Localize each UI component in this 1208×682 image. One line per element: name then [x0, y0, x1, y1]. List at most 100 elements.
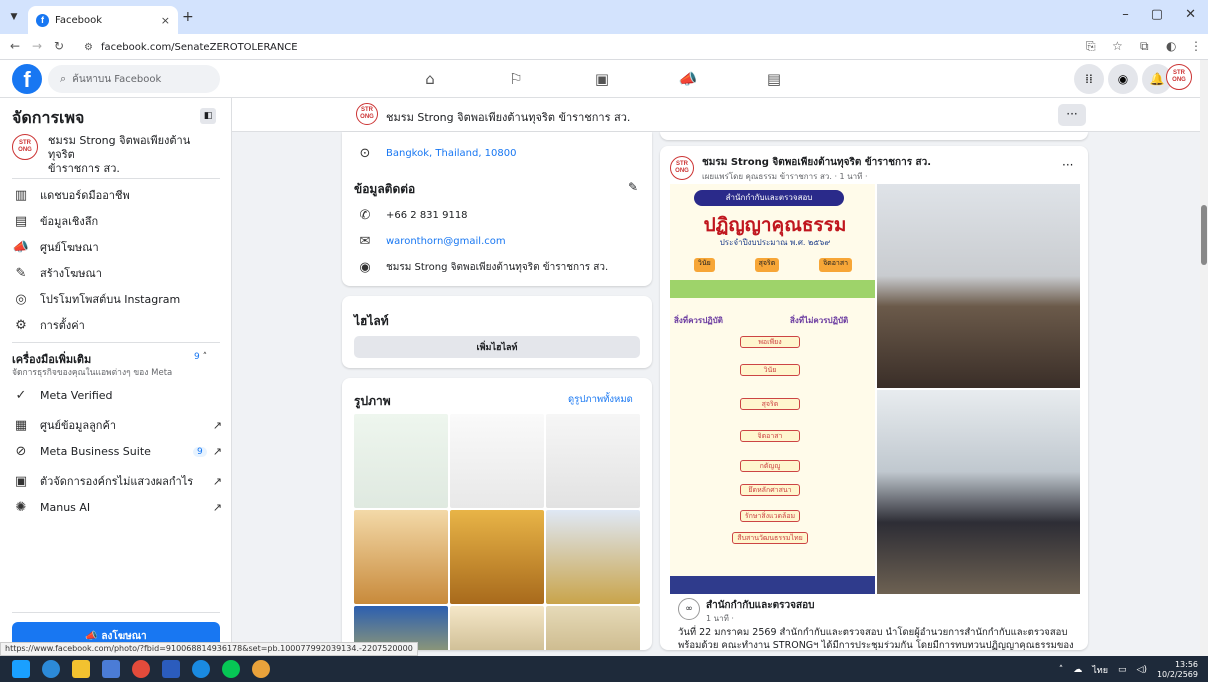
photo-thumbnail[interactable]: [546, 606, 640, 650]
more-tools-toggle[interactable]: 9 ˄: [194, 352, 207, 362]
should-not-do-heading: สิ่งที่ไม่ควรปฏิบัติ: [790, 316, 849, 325]
collapse-panel-icon[interactable]: ◧: [200, 108, 216, 124]
display-tray-icon[interactable]: ▭: [1118, 665, 1127, 675]
value-tag: จิตอาสา: [819, 258, 853, 272]
bookmark-star-icon[interactable]: ☆: [1112, 39, 1123, 53]
tool-manus-ai[interactable]: ✺ Manus AI ↗: [12, 500, 222, 515]
input-language[interactable]: ไทย: [1092, 663, 1108, 677]
tool-nonprofit-manager[interactable]: ▣ ตัวจัดการองค์กรไม่แสวงผลกำไร ↗: [12, 472, 222, 490]
tool-meta-verified[interactable]: ✓ Meta Verified: [12, 388, 222, 403]
tray-chevron-icon[interactable]: ˄: [1059, 665, 1064, 675]
profile-icon[interactable]: ◐: [1166, 39, 1176, 53]
facebook-search-input[interactable]: ⌕ ค้นหาบน Facebook: [48, 65, 220, 93]
taskbar-app-icon[interactable]: [192, 660, 210, 678]
menu-label: โปรโมทโพสต์บน Instagram: [40, 293, 181, 306]
see-all-photos-link[interactable]: ดูรูปภาพทั้งหมด: [568, 392, 633, 407]
menu-label: แดชบอร์ดมืออาชีพ: [40, 189, 130, 202]
browser-menu-icon[interactable]: ⋮: [1190, 39, 1202, 53]
windows-start-icon[interactable]: [12, 660, 30, 678]
photo-thumbnail[interactable]: [450, 414, 544, 508]
manus-ai-icon: ✺: [15, 500, 27, 515]
home-icon[interactable]: ⌂: [400, 66, 460, 92]
line-app-icon[interactable]: [222, 660, 240, 678]
tab-search-icon[interactable]: ▼: [6, 9, 22, 25]
infographic-image[interactable]: สำนักกำกับและตรวจสอบ ปฏิญญาคุณธรรม ประจำ…: [670, 184, 875, 594]
facebook-top-bar: f ⌕ ค้นหาบน Facebook ⌂ ⚐ ▣ 📣 ▤ ⁞⁞ ◉ 🔔 ST…: [0, 60, 1200, 98]
messenger-name[interactable]: ชมรม Strong จิตพอเพียงต้านทุจริต ข้าราชก…: [386, 260, 608, 275]
word-icon[interactable]: [162, 660, 180, 678]
back-icon[interactable]: ←: [10, 39, 20, 53]
reload-icon[interactable]: ↻: [54, 39, 64, 53]
menu-label: ข้อมูลเชิงลึก: [40, 215, 99, 228]
menu-create-ad[interactable]: ✎ สร้างโฆษณา: [12, 264, 222, 282]
address-link[interactable]: Bangkok, Thailand, 10800: [386, 148, 517, 159]
site-info-icon[interactable]: ⚙: [84, 42, 93, 53]
account-avatar[interactable]: STR ONG: [1166, 64, 1192, 90]
close-window-button[interactable]: ✕: [1185, 7, 1196, 22]
virtue-step: สุจริต: [740, 398, 800, 410]
value-tag: สุจริต: [754, 258, 780, 272]
phone-icon: ✆: [359, 208, 371, 223]
clock-time: 13:56: [1174, 660, 1198, 669]
status-bar-url: https://www.facebook.com/photo/?fbid=910…: [0, 642, 418, 656]
meeting-photo[interactable]: [877, 184, 1080, 388]
clock[interactable]: 13:56 10/2/2569: [1157, 660, 1198, 680]
chrome-profile-icon[interactable]: [252, 660, 270, 678]
more-options-button[interactable]: ···: [1058, 104, 1086, 126]
post-more-icon[interactable]: ···: [1062, 158, 1073, 172]
photo-thumbnail[interactable]: [354, 414, 448, 508]
new-tab-button[interactable]: +: [182, 9, 194, 25]
external-link-icon: ↗: [212, 418, 222, 432]
photos-title: รูปภาพ: [354, 394, 391, 408]
page-identity[interactable]: STR ONG ชมรม Strong จิตพอเพียงต้านทุจริต …: [12, 134, 208, 176]
infographic-footer: [670, 576, 875, 594]
tab-close-icon[interactable]: ×: [161, 14, 170, 27]
volume-tray-icon[interactable]: ◁): [1137, 665, 1147, 675]
menu-settings[interactable]: ⚙ การตั้งค่า: [12, 316, 222, 334]
taskbar-app-icon[interactable]: [102, 660, 120, 678]
file-explorer-icon[interactable]: [72, 660, 90, 678]
add-highlight-button[interactable]: เพิ่มไฮไลท์: [354, 336, 640, 358]
chrome-icon[interactable]: [132, 660, 150, 678]
meeting-photo[interactable]: [877, 390, 1080, 594]
email-link[interactable]: waronthorn@gmail.com: [386, 236, 506, 247]
translate-icon[interactable]: ⎘: [1086, 39, 1096, 54]
post-author-avatar[interactable]: STR ONG: [670, 156, 694, 180]
menu-grid-icon[interactable]: ⁞⁞: [1074, 64, 1104, 94]
network-tray-icon[interactable]: ☁: [1073, 665, 1082, 675]
tool-customer-center[interactable]: ▦ ศูนย์ข้อมูลลูกค้า ↗: [12, 416, 222, 434]
menu-promote-instagram[interactable]: ◎ โปรโมทโพสต์บน Instagram: [12, 290, 222, 308]
tool-meta-business-suite[interactable]: ⊘ Meta Business Suite 9 ↗: [12, 444, 222, 459]
url-text: facebook.com/SenateZEROTOLERANCE: [100, 41, 298, 53]
ads-megaphone-icon[interactable]: 📣: [658, 66, 718, 92]
restore-button[interactable]: ▢: [1151, 7, 1163, 22]
extensions-icon[interactable]: ⧉: [1140, 39, 1149, 54]
minimize-button[interactable]: –: [1122, 7, 1129, 22]
video-icon[interactable]: ▤: [744, 66, 804, 92]
marketplace-icon[interactable]: ▣: [572, 66, 632, 92]
forward-icon[interactable]: →: [32, 39, 42, 53]
browser-tab[interactable]: f Facebook ×: [28, 6, 178, 34]
shared-page-name[interactable]: สำนักกำกับและตรวจสอบ: [706, 598, 814, 613]
photo-thumbnail[interactable]: [546, 510, 640, 604]
edit-pencil-icon[interactable]: ✎: [628, 180, 638, 194]
pages-flag-icon[interactable]: ⚐: [486, 66, 546, 92]
url-field[interactable]: ⚙ facebook.com/SenateZEROTOLERANCE: [74, 37, 1054, 57]
windows-taskbar: ˄ ☁ ไทย ▭ ◁) 13:56 10/2/2569: [0, 656, 1208, 682]
photo-thumbnail[interactable]: [354, 510, 448, 604]
scrollbar-thumb[interactable]: [1201, 205, 1207, 265]
edge-browser-icon[interactable]: [42, 660, 60, 678]
menu-ad-center[interactable]: 📣 ศูนย์โฆษณา: [12, 238, 222, 256]
page-scrollbar[interactable]: [1200, 60, 1208, 656]
menu-dashboard[interactable]: ▥ แดชบอร์ดมืออาชีพ: [12, 186, 222, 204]
photo-thumbnail[interactable]: [450, 510, 544, 604]
photo-thumbnail[interactable]: [546, 414, 640, 508]
photo-thumbnail[interactable]: [450, 606, 544, 650]
shared-page-avatar[interactable]: ∞: [678, 598, 700, 620]
menu-insights[interactable]: ▤ ข้อมูลเชิงลึก: [12, 212, 222, 230]
phone-number: +66 2 831 9118: [386, 210, 468, 221]
post-image-collage[interactable]: สำนักกำกับและตรวจสอบ ปฏิญญาคุณธรรม ประจำ…: [660, 184, 1080, 612]
post-author-name[interactable]: ชมรม Strong จิตพอเพียงต้านทุจริต ข้าราชก…: [702, 155, 931, 170]
facebook-logo-icon[interactable]: f: [12, 64, 42, 94]
messenger-icon[interactable]: ◉: [1108, 64, 1138, 94]
